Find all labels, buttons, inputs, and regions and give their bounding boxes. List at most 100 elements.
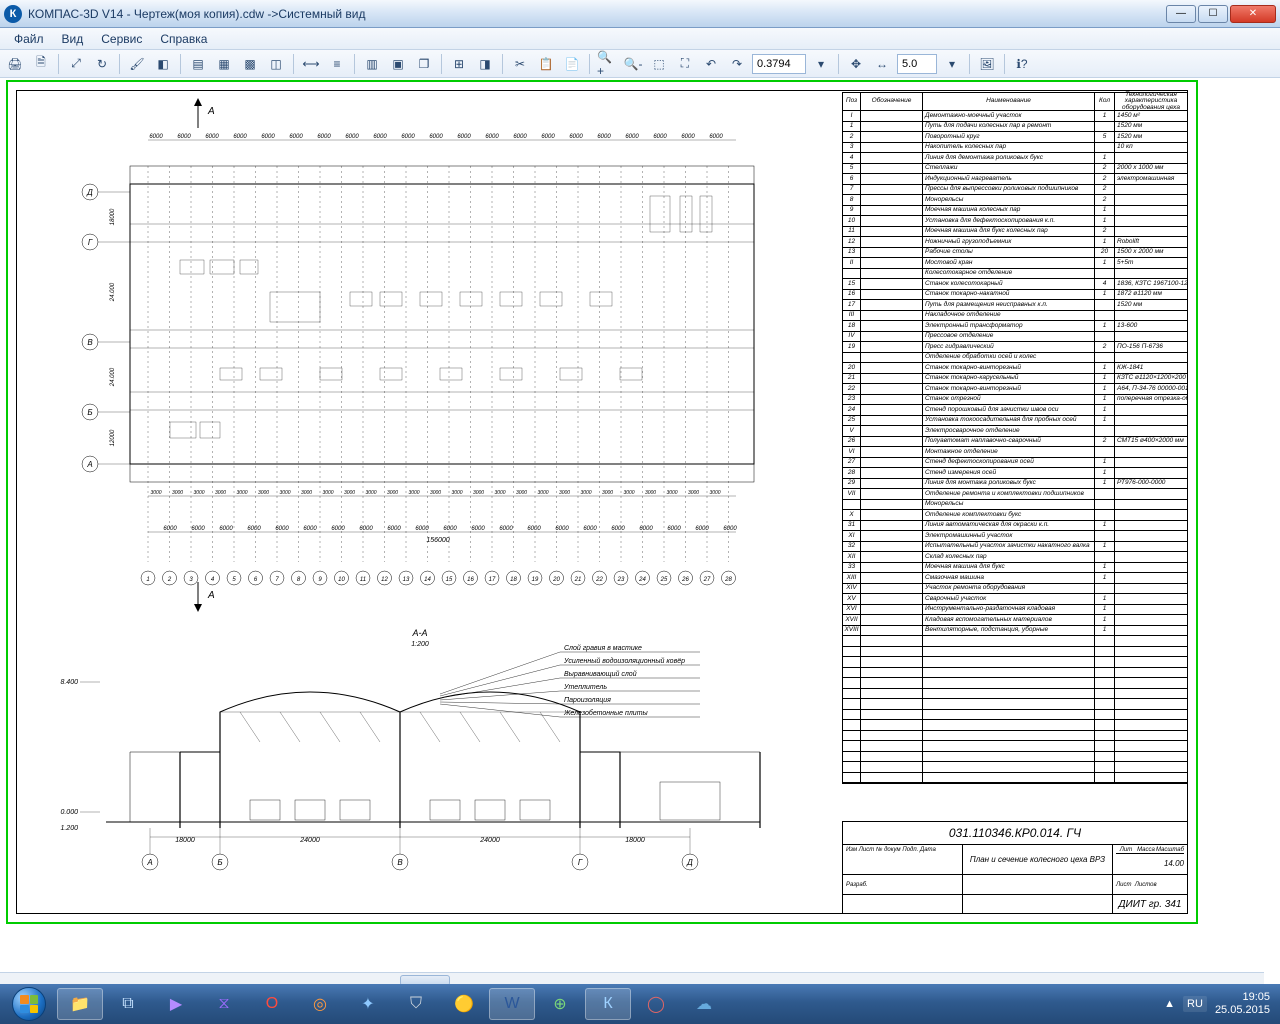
task-app-9[interactable]: ⊕	[537, 988, 583, 1020]
svg-text:6000: 6000	[205, 134, 219, 140]
spec-row: IVПрессовое отделение	[843, 332, 1187, 343]
print-button[interactable]: 🖨	[4, 53, 26, 75]
svg-text:3000: 3000	[602, 490, 613, 496]
title-block: 031.110346.КР0.014. ГЧ Изм Лист № докум …	[842, 821, 1188, 914]
preview-button[interactable]: 🗎	[30, 53, 52, 75]
zoom-field[interactable]	[752, 54, 806, 74]
menu-view[interactable]: Вид	[54, 30, 92, 48]
rotate-button[interactable]: ↻	[91, 53, 113, 75]
svg-text:6000: 6000	[541, 134, 555, 140]
spec-row: 26Полуавтомат наплавочно-сварочный2СМТ15…	[843, 437, 1187, 448]
redraw-button[interactable]: 🖼	[976, 53, 998, 75]
spec-row: 17Путь для размещения неисправных к.п.15…	[843, 300, 1187, 311]
align-button[interactable]: ≡	[326, 53, 348, 75]
copy-button[interactable]: 📋	[535, 53, 557, 75]
svg-text:Б: Б	[217, 858, 222, 867]
svg-text:6000: 6000	[387, 526, 401, 532]
task-opera[interactable]: O	[249, 988, 295, 1020]
tiles-button[interactable]: ▣	[387, 53, 409, 75]
maximize-button[interactable]: ☐	[1198, 5, 1228, 23]
task-app-2[interactable]: ▶	[153, 988, 199, 1020]
svg-text:4: 4	[211, 577, 215, 583]
svg-text:А: А	[207, 106, 215, 117]
spec-row: XVIИнструментально-раздаточная кладовая1	[843, 605, 1187, 616]
svg-text:3000: 3000	[645, 490, 656, 496]
dropdown-icon[interactable]: ▾	[810, 53, 832, 75]
menu-service[interactable]: Сервис	[93, 30, 150, 48]
paint-button[interactable]: 🖌	[126, 53, 148, 75]
minimize-button[interactable]: —	[1166, 5, 1196, 23]
dimension-button[interactable]: ⟷	[300, 53, 322, 75]
tray-flag-icon[interactable]: ▲	[1164, 998, 1175, 1010]
drawing-canvas[interactable]: А 60006000600060006000600060006000600060…	[0, 78, 1280, 972]
grid-button[interactable]: ▩	[239, 53, 261, 75]
task-explorer[interactable]: 📁	[57, 988, 103, 1020]
help-button[interactable]: ℹ?	[1011, 53, 1033, 75]
spec-row: XVСварочный участок1	[843, 594, 1187, 605]
zoom-next-button[interactable]: ↷	[726, 53, 748, 75]
cascade-button[interactable]: ❐	[413, 53, 435, 75]
svg-text:6000: 6000	[233, 134, 247, 140]
task-kompas[interactable]: К	[585, 988, 631, 1020]
svg-text:6000: 6000	[667, 526, 681, 532]
color-button[interactable]: ◧	[152, 53, 174, 75]
zoom-out-button[interactable]: 🔍-	[622, 53, 644, 75]
svg-text:24000: 24000	[479, 837, 500, 844]
sheet-button[interactable]: ▦	[213, 53, 235, 75]
spec-row: XIЭлектромашинный участок	[843, 531, 1187, 542]
svg-text:7: 7	[275, 577, 279, 583]
system-tray[interactable]: ▲ RU 19:0525.05.2015	[1156, 991, 1278, 1016]
task-app-6[interactable]: ✦	[345, 988, 391, 1020]
task-app-3[interactable]: ⧖	[201, 988, 247, 1020]
svg-text:23: 23	[617, 577, 625, 583]
snap-button[interactable]: ◫	[265, 53, 287, 75]
spec-row: 5Стеллажи22000 х 1000 мм	[843, 164, 1187, 175]
svg-text:6000: 6000	[485, 134, 499, 140]
dropdown2-icon[interactable]: ▾	[941, 53, 963, 75]
spec-row: 13Рабочие столы201500 х 2000 мм	[843, 248, 1187, 259]
zoom-in-button[interactable]: 🔍+	[596, 53, 618, 75]
spec-row: 2Поворотный круг51520 мм	[843, 132, 1187, 143]
svg-text:3000: 3000	[709, 490, 720, 496]
svg-text:3000: 3000	[322, 490, 333, 496]
spec-row: IДемонтажно-моечный участок11450 м²	[843, 111, 1187, 122]
task-app-5[interactable]: ◎	[297, 988, 343, 1020]
svg-text:1: 1	[146, 577, 149, 583]
section-button[interactable]: ◨	[474, 53, 496, 75]
pan-button[interactable]: ✥	[845, 53, 867, 75]
svg-text:3000: 3000	[301, 490, 312, 496]
paste-button[interactable]: 📄	[561, 53, 583, 75]
task-word[interactable]: W	[489, 988, 535, 1020]
svg-text:10: 10	[338, 577, 345, 583]
language-indicator[interactable]: RU	[1183, 996, 1207, 1012]
svg-text:3000: 3000	[623, 490, 634, 496]
spec-row: 3Накопитель колесных пар10 кп	[843, 143, 1187, 154]
svg-text:3000: 3000	[580, 490, 591, 496]
start-button[interactable]	[2, 984, 56, 1024]
svg-text:6000: 6000	[513, 134, 527, 140]
move-button[interactable]: ↔	[871, 53, 893, 75]
svg-text:3000: 3000	[516, 490, 527, 496]
cut-button[interactable]: ✂	[509, 53, 531, 75]
layer-button[interactable]: ▤	[187, 53, 209, 75]
task-app-11[interactable]: ◯	[633, 988, 679, 1020]
task-app-7[interactable]: ⛉	[393, 988, 439, 1020]
svg-text:6000: 6000	[149, 134, 163, 140]
zoom-window-button[interactable]: ⬚	[648, 53, 670, 75]
zoom-fit-button[interactable]: ⛶	[674, 53, 696, 75]
task-app-12[interactable]: ☁	[681, 988, 727, 1020]
close-button[interactable]: ✕	[1230, 5, 1276, 23]
spec-row: 28Стенд измерения осей1	[843, 468, 1187, 479]
svg-text:6000: 6000	[499, 526, 513, 532]
task-app-1[interactable]: ⧉	[105, 988, 151, 1020]
zoom-prev-button[interactable]: ↶	[700, 53, 722, 75]
grid-toggle-button[interactable]: ⊞	[448, 53, 470, 75]
task-chrome[interactable]: 🟡	[441, 988, 487, 1020]
menu-help[interactable]: Справка	[152, 30, 215, 48]
layers2-button[interactable]: ▥	[361, 53, 383, 75]
step-field[interactable]	[897, 54, 937, 74]
menu-file[interactable]: Файл	[6, 30, 52, 48]
fit-button[interactable]: ⤢	[65, 53, 87, 75]
spec-row: 32Испытательный участок зачистки накатно…	[843, 542, 1187, 553]
clock[interactable]: 19:0525.05.2015	[1215, 991, 1270, 1016]
